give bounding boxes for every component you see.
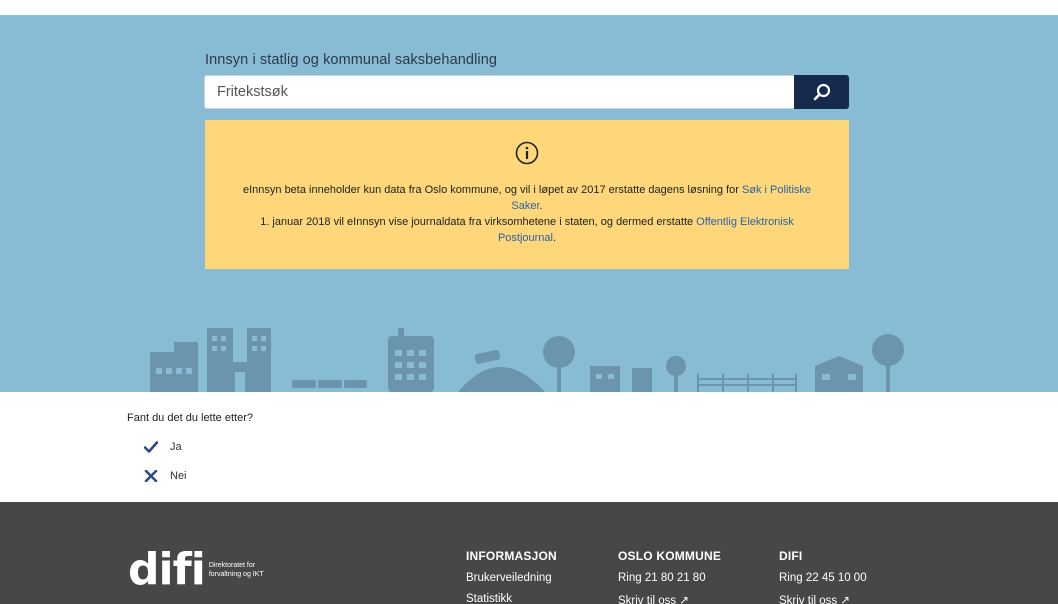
notice-line-4: Postjournal. <box>225 230 829 246</box>
footer-heading-informasjon: INFORMASJON <box>466 549 557 563</box>
logo-subtitle: Direktoratet for forvaltning og IKT <box>209 561 264 579</box>
feedback-section: Fant du det du lette etter? Ja Nei <box>127 412 253 482</box>
page-title: Innsyn i statlig og kommunal saksbehandl… <box>205 52 498 68</box>
link-sok-politiske-saker[interactable]: Søk i Politiske <box>742 184 811 196</box>
link-offentlig-elektronisk-postjournal[interactable]: Offentlig Elektronisk <box>696 216 794 228</box>
feedback-no-option[interactable]: Nei <box>144 470 187 482</box>
footer-heading-oslo-kommune: OSLO KOMMUNE <box>618 549 722 563</box>
notice-line-1: eInnsyn beta inneholder kun data fra Osl… <box>225 182 829 198</box>
hero-section: Innsyn i statlig og kommunal saksbehandl… <box>0 15 1058 392</box>
search-input[interactable] <box>204 75 794 109</box>
feedback-no-label: Nei <box>170 470 187 482</box>
top-bar <box>0 0 1058 15</box>
footer-link-skriv-difi[interactable]: Skriv til oss ↗ <box>779 593 867 604</box>
footer-column-informasjon: INFORMASJON Brukerveiledning Statistikk <box>466 549 557 604</box>
notice-text-2: 1. januar 2018 vil eInnsyn vise journald… <box>260 216 697 228</box>
footer-heading-difi: DIFI <box>779 549 803 563</box>
checkmark-icon <box>144 441 158 453</box>
search-button[interactable] <box>794 75 849 109</box>
footer-phone-difi[interactable]: Ring 22 45 10 00 <box>779 572 867 584</box>
search-icon <box>813 83 830 101</box>
difi-logo[interactable]: difi Direktoratet for forvaltning og IKT <box>128 544 264 595</box>
feedback-yes-option[interactable]: Ja <box>144 441 182 453</box>
logo-subtitle-line-2: forvaltning og IKT <box>208 571 264 578</box>
footer-link-brukerveiledning[interactable]: Brukerveiledning <box>466 572 557 584</box>
feedback-yes-label: Ja <box>170 441 182 453</box>
site-footer: difi Direktoratet for forvaltning og IKT… <box>0 502 1058 604</box>
logo-wordmark: difi <box>128 544 206 595</box>
info-circle-icon <box>515 141 539 165</box>
footer-link-skriv-oslo[interactable]: Skriv til oss ↗ <box>618 593 721 604</box>
footer-link-statistikk[interactable]: Statistikk <box>466 593 557 604</box>
city-skyline-illustration <box>150 328 904 392</box>
notice-text-1: eInnsyn beta inneholder kun data fra Osl… <box>242 184 742 196</box>
link-postjournal-cont[interactable]: Postjournal <box>498 232 553 244</box>
link-sok-politiske-saker-cont[interactable]: Saker <box>511 200 539 212</box>
footer-column-difi: DIFI Ring 22 45 10 00 Skriv til oss ↗ <box>779 549 867 604</box>
logo-subtitle-line-1: Direktoratet for <box>208 562 256 569</box>
info-notice: eInnsyn beta inneholder kun data fra Osl… <box>205 120 849 269</box>
notice-line-2: Saker. <box>225 198 829 214</box>
notice-punct-1: . <box>539 200 543 212</box>
feedback-question: Fant du det du lette etter? <box>127 412 253 424</box>
notice-line-3: 1. januar 2018 vil eInnsyn vise journald… <box>225 214 829 230</box>
search-bar <box>204 75 849 109</box>
notice-punct-2: . <box>552 232 557 244</box>
footer-phone-oslo[interactable]: Ring 21 80 21 80 <box>618 572 721 584</box>
close-icon <box>144 470 158 482</box>
footer-column-oslo-kommune: OSLO KOMMUNE Ring 21 80 21 80 Skriv til … <box>618 549 721 604</box>
